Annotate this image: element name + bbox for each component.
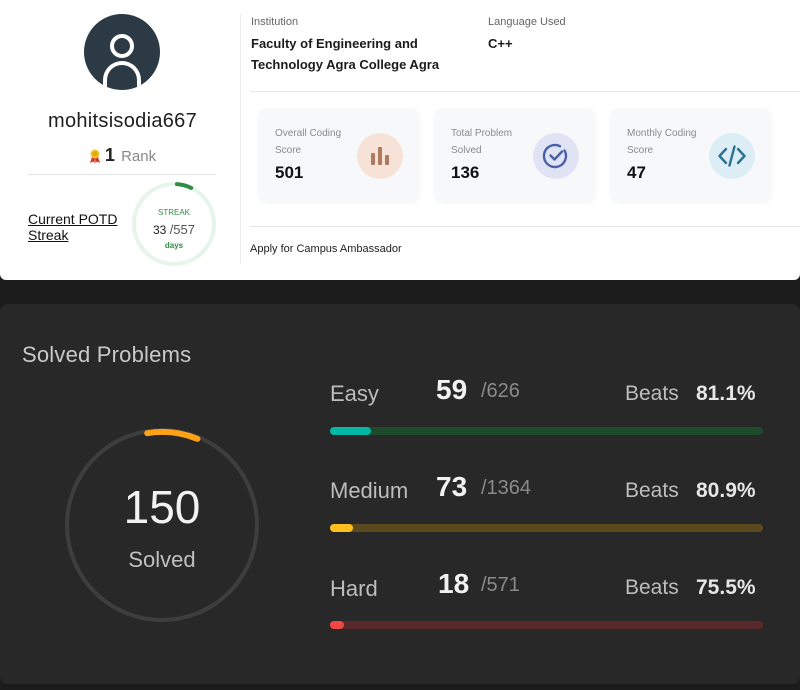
streak-value: 33 /557 xyxy=(130,222,218,237)
easy-progress-fill xyxy=(330,427,371,435)
potd-streak-link[interactable]: Current POTD Streak xyxy=(28,211,133,243)
solved-label: Solved xyxy=(128,547,196,572)
score-value: 136 xyxy=(451,163,480,182)
medium-progress-bar xyxy=(330,524,763,532)
language-value: C++ xyxy=(488,36,513,51)
hard-solved-count: 18 xyxy=(438,568,470,599)
hard-label: Hard xyxy=(330,576,378,601)
hard-beats-label: Beats xyxy=(625,576,679,599)
medium-solved-count: 73 xyxy=(436,471,468,502)
streak-unit: days xyxy=(164,241,184,250)
gfg-profile-card: mohitsisodia667 1 Rank Current POTD Stre… xyxy=(0,0,800,280)
easy-total-count: /626 xyxy=(481,380,520,402)
section-title: Solved Problems xyxy=(22,342,192,367)
divider xyxy=(28,174,216,175)
medal-icon xyxy=(89,149,100,163)
campus-ambassador-link[interactable]: Apply for Campus Ambassador xyxy=(250,243,402,255)
easy-label: Easy xyxy=(330,381,379,406)
language-label: Language Used xyxy=(488,16,566,28)
institution-value: Faculty of Engineering and Technology Ag… xyxy=(251,36,440,72)
user-avatar-icon xyxy=(84,14,160,90)
hard-progress-fill xyxy=(330,621,344,629)
rank-label: Rank xyxy=(121,148,157,165)
streak-label: STREAK xyxy=(157,208,190,217)
vertical-divider xyxy=(240,14,241,264)
institution-label: Institution xyxy=(251,16,299,28)
medium-beats-label: Beats xyxy=(625,479,679,502)
overall-coding-score-card: Overall Coding Score 501 xyxy=(259,108,419,202)
score-value: 47 xyxy=(627,163,646,182)
easy-beats-label: Beats xyxy=(625,382,679,405)
score-value: 501 xyxy=(275,163,304,182)
divider xyxy=(250,226,800,227)
total-problems-solved-card: Total Problem Solved 136 xyxy=(435,108,595,202)
score-label: Overall Coding Score xyxy=(275,128,342,156)
medium-progress-fill xyxy=(330,524,354,532)
easy-progress-bar xyxy=(330,427,763,435)
medium-total-count: /1364 xyxy=(481,477,532,499)
check-circle-icon xyxy=(533,133,579,179)
hard-total-count: /571 xyxy=(481,574,520,596)
code-icon xyxy=(709,133,755,179)
streak-total: /557 xyxy=(169,222,195,237)
medium-label: Medium xyxy=(330,478,409,503)
hard-beats-value: 75.5% xyxy=(696,576,756,599)
score-label: Total Problem Solved xyxy=(451,128,513,156)
easy-solved-count: 59 xyxy=(436,374,468,405)
score-label: Monthly Coding Score xyxy=(627,128,697,156)
easy-beats-value: 81.1% xyxy=(696,382,756,405)
streak-info: STREAK 33 /557 days xyxy=(130,180,218,268)
monthly-coding-score-card: Monthly Coding Score 47 xyxy=(611,108,771,202)
hard-progress-bar xyxy=(330,621,763,629)
rank-value: 1 xyxy=(104,145,115,165)
rank-row: 1 Rank xyxy=(0,145,245,166)
username: mohitsisodia667 xyxy=(47,110,198,132)
divider xyxy=(250,91,800,92)
bar-chart-icon xyxy=(357,133,403,179)
streak-current: 33 xyxy=(152,223,167,237)
medium-beats-value: 80.9% xyxy=(696,479,756,502)
leetcode-solved-problems-card: Solved Problems 150 Solved Easy 59 /626 … xyxy=(0,304,800,684)
total-solved-count: 150 xyxy=(123,481,201,533)
